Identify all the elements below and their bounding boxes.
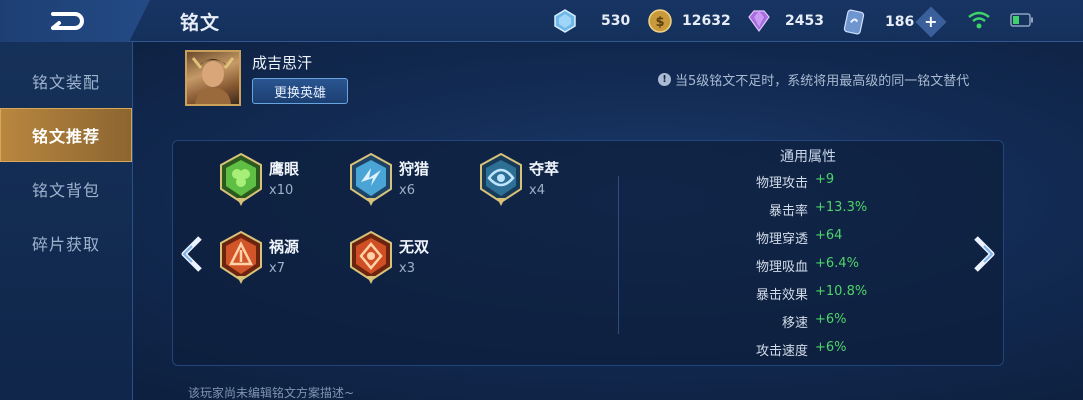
sidebar-item-rune-recommend[interactable]: 铭文推荐	[0, 108, 132, 162]
hero-avatar	[185, 50, 241, 106]
gold-coin-icon: $	[648, 9, 672, 33]
notice-text: ! 当5级铭文不足时，系统将用最高级的同一铭文替代	[658, 70, 969, 89]
prev-arrow-icon[interactable]	[176, 232, 208, 276]
seize-rune-icon	[480, 152, 522, 206]
rune-item[interactable]: 祸源 x7	[217, 230, 299, 284]
back-arrow-icon	[51, 12, 84, 30]
plus-icon: +	[924, 12, 938, 31]
resource-voucher: 186 +	[843, 6, 947, 38]
attribute-value: +6%	[815, 340, 847, 355]
back-button[interactable]	[0, 0, 150, 42]
attribute-value: +6.4%	[815, 256, 859, 271]
rune-item[interactable]: 无双 x3	[347, 230, 429, 284]
attribute-value: +13.3%	[815, 200, 868, 215]
notice-label: 当5级铭文不足时，系统将用最高级的同一铭文替代	[675, 74, 970, 89]
hero-portrait-icon	[191, 57, 235, 104]
top-bar: 铭文 530 $ 12632 2453 186 +	[0, 0, 1083, 42]
sidebar: 铭文装配 铭文推荐 铭文背包 碎片获取	[0, 42, 133, 400]
attribute-label: 物理吸血	[755, 260, 808, 275]
rune-name: 祸源	[269, 238, 300, 256]
hunting-rune-icon	[350, 152, 392, 206]
change-hero-button[interactable]: 更换英雄	[252, 78, 348, 104]
rune-count: x6	[399, 183, 415, 198]
rune-name: 鹰眼	[269, 160, 300, 178]
diamond-crystal-icon	[554, 9, 576, 33]
page-title: 铭文	[180, 12, 221, 34]
diamond-count: 530	[601, 13, 631, 29]
attribute-label: 暴击效果	[755, 288, 808, 303]
svg-text:$: $	[655, 15, 664, 30]
sidebar-item-fragment-obtain[interactable]: 碎片获取	[0, 216, 132, 270]
attribute-label: 移速	[781, 316, 808, 331]
calamity-rune-icon	[220, 230, 262, 284]
rune-plan-description: 该玩家尚未编辑铭文方案描述~	[188, 386, 355, 400]
attribute-value: +10.8%	[815, 284, 868, 299]
attribute-value: +9	[815, 172, 835, 187]
attribute-row: 物理穿透 +64	[700, 228, 900, 248]
rune-count: x3	[399, 261, 415, 276]
rune-name: 狩猎	[399, 160, 430, 178]
next-arrow-icon[interactable]	[968, 232, 1000, 276]
panel-divider	[618, 176, 619, 334]
unrivaled-rune-icon	[350, 230, 392, 284]
attribute-label: 物理攻击	[755, 176, 808, 191]
attribute-row: 物理吸血 +6.4%	[700, 256, 900, 276]
resource-diamond: 530	[553, 9, 630, 33]
info-icon: !	[658, 73, 671, 86]
sidebar-item-rune-equip[interactable]: 铭文装配	[0, 54, 132, 108]
voucher-icon	[843, 9, 865, 35]
resource-gold: $ 12632	[648, 9, 731, 33]
attribute-label: 暴击率	[768, 204, 808, 219]
attribute-value: +64	[815, 228, 843, 243]
rune-name: 无双	[399, 238, 430, 256]
rune-count: x10	[269, 183, 294, 198]
attribute-row: 移速 +6%	[700, 312, 900, 332]
rune-item[interactable]: 狩猎 x6	[347, 152, 429, 206]
attribute-row: 攻击速度 +6%	[700, 340, 900, 360]
gold-count: 12632	[682, 13, 731, 29]
eagle-eye-rune-icon	[220, 152, 262, 206]
attribute-row: 物理攻击 +9	[700, 172, 900, 192]
attributes-title: 通用属性	[780, 149, 836, 165]
hero-name: 成吉思汗	[252, 54, 313, 72]
attribute-label: 物理穿透	[755, 232, 808, 247]
rune-count: x4	[529, 183, 545, 198]
rune-item[interactable]: 夺萃 x4	[477, 152, 559, 206]
rune-item[interactable]: 鹰眼 x10	[217, 152, 299, 206]
purple-gem-icon	[748, 10, 770, 33]
attribute-row: 暴击效果 +10.8%	[700, 284, 900, 304]
voucher-count: 186	[885, 14, 915, 30]
wifi-icon	[968, 11, 990, 29]
battery-icon	[1010, 13, 1033, 27]
resource-gem: 2453	[745, 9, 824, 33]
attribute-label: 攻击速度	[755, 344, 808, 359]
attribute-row: 暴击率 +13.3%	[700, 200, 900, 220]
add-voucher-button[interactable]: +	[915, 6, 947, 38]
gem-count: 2453	[785, 13, 824, 29]
rune-name: 夺萃	[529, 160, 560, 178]
sidebar-item-rune-bag[interactable]: 铭文背包	[0, 162, 132, 216]
rune-count: x7	[269, 261, 285, 276]
attribute-value: +6%	[815, 312, 847, 327]
